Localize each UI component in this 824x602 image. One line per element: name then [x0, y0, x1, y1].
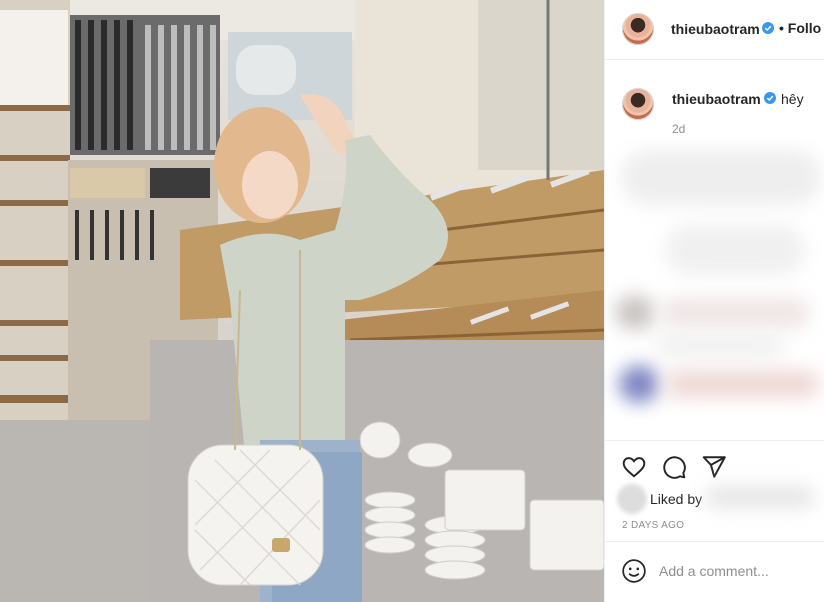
- post-photo[interactable]: [0, 0, 604, 602]
- blurred-comment: [665, 370, 820, 398]
- blurred-comment: [665, 225, 805, 275]
- heart-icon[interactable]: [621, 454, 647, 480]
- comment-input[interactable]: [659, 560, 809, 582]
- caption-username[interactable]: thieubaotram: [672, 91, 761, 107]
- blurred-comment: [660, 298, 810, 328]
- caption-verified-icon: [764, 92, 776, 104]
- post-side-panel: thieubaotram • Follo thieubaotram hêy 2d…: [604, 0, 824, 602]
- author-avatar[interactable]: [622, 13, 654, 45]
- follow-button[interactable]: • Follo: [779, 20, 821, 36]
- blurred-liker-name: [705, 486, 815, 508]
- comment-bar: [605, 541, 824, 602]
- post-actions: Liked by 2 DAYS AGO: [605, 440, 824, 540]
- blurred-comment: [621, 150, 821, 205]
- header-username[interactable]: thieubaotram: [671, 21, 760, 37]
- post-header: thieubaotram • Follo: [605, 0, 824, 60]
- caption-time: 2d: [672, 122, 686, 136]
- post-date: 2 DAYS AGO: [622, 520, 685, 531]
- share-icon[interactable]: [701, 454, 727, 480]
- liked-by-avatar: [617, 484, 647, 514]
- blurred-avatar: [615, 295, 655, 330]
- smiley-icon[interactable]: [621, 558, 647, 584]
- caption-text: hêy: [781, 91, 804, 107]
- caption-avatar[interactable]: [622, 88, 654, 120]
- comment-icon[interactable]: [661, 454, 687, 480]
- blurred-comment: [655, 332, 785, 357]
- liked-by-label[interactable]: Liked by: [650, 491, 702, 507]
- post-image-drawing: [0, 0, 604, 602]
- blurred-avatar: [619, 365, 659, 403]
- verified-badge-icon: [762, 22, 774, 34]
